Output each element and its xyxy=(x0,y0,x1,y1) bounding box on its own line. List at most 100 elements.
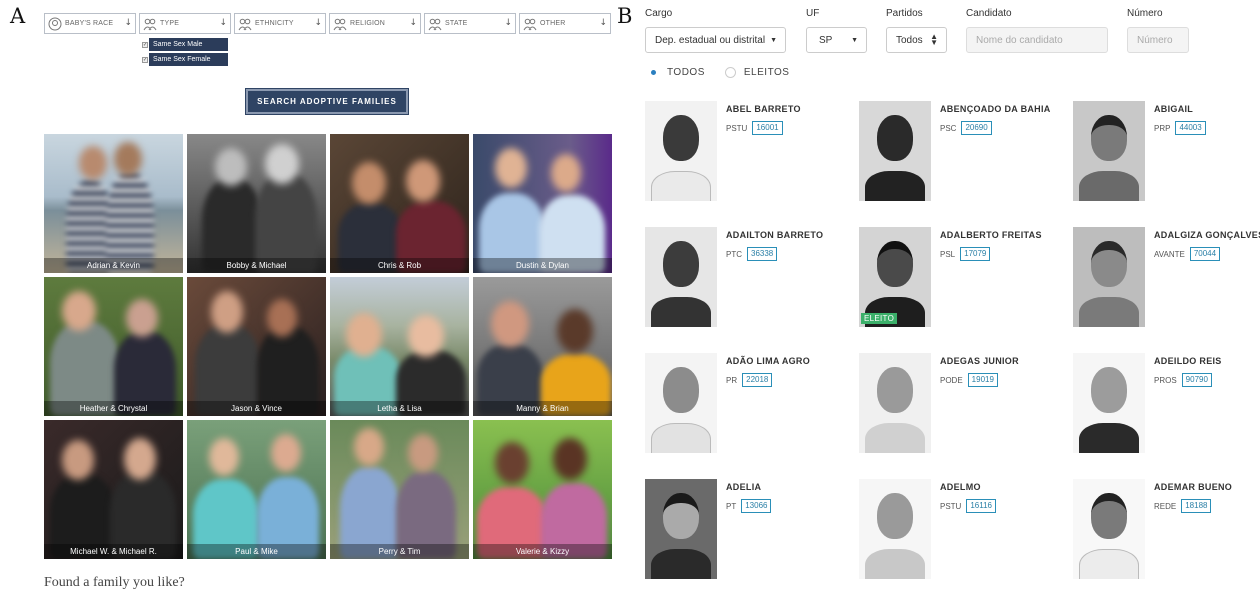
candidate-party: PRP xyxy=(1154,123,1171,133)
people-icon xyxy=(333,17,347,31)
candidate-meta: REDE 18188 xyxy=(1154,499,1212,513)
candidate-number: 16001 xyxy=(752,121,783,135)
people-icon xyxy=(523,17,537,31)
face-shape xyxy=(557,309,593,353)
filter-label: ETHNICITY xyxy=(255,20,294,27)
face-shape xyxy=(124,438,156,480)
candidate-party: PTC xyxy=(726,249,742,259)
candidate-party: PSC xyxy=(940,123,957,133)
candidate-card[interactable]: ADALGIZA GONÇALVES AVANTE 70044 xyxy=(1073,227,1260,353)
candidate-name: ADELMO xyxy=(940,482,981,492)
family-name: Heather & Chrystal xyxy=(44,401,183,416)
candidate-number: 13066 xyxy=(741,499,772,513)
family-card[interactable]: Jason & Vince xyxy=(187,277,326,416)
candidate-card[interactable]: ADÃO LIMA AGRO PR 22018 xyxy=(645,353,859,479)
family-grid: Adrian & Kevin Bobby & Michael Chris & R… xyxy=(44,134,612,559)
uf-select[interactable]: SP ▼ xyxy=(806,27,867,53)
cargo-select[interactable]: Dep. estadual ou distrital ▼ xyxy=(645,27,786,53)
candidate-card[interactable]: ADAILTON BARRETO PTC 36338 xyxy=(645,227,859,353)
face-shape xyxy=(267,299,297,337)
candidate-meta: PT 13066 xyxy=(726,499,772,513)
checkbox[interactable]: ✓ xyxy=(142,56,148,63)
candidate-photo xyxy=(645,353,717,453)
candidate-card[interactable]: ELEITO ADALBERTO FREITAS PSL 17079 xyxy=(859,227,1073,353)
candidato-label: Candidato xyxy=(966,8,1012,19)
candidate-name: ADALGIZA GONÇALVES xyxy=(1154,230,1260,240)
family-name: Perry & Tim xyxy=(330,544,469,559)
family-card[interactable]: Manny & Brian xyxy=(473,277,612,416)
type-option-same-sex-female[interactable]: ✓ Same Sex Female xyxy=(142,53,228,66)
face-shape xyxy=(495,442,529,484)
candidate-name-input[interactable]: Nome do candidato xyxy=(966,27,1108,53)
people-icon xyxy=(238,17,252,31)
chevron-down-icon: ↓ xyxy=(599,18,607,28)
family-card[interactable]: Chris & Rob xyxy=(330,134,469,273)
family-name: Dustin & Dylan xyxy=(473,258,612,273)
candidate-name: ABENÇOADO DA BAHIA xyxy=(940,104,1051,114)
type-option-same-sex-male[interactable]: ✓ Same Sex Male xyxy=(142,38,228,51)
radio-todos[interactable] xyxy=(648,67,659,78)
candidate-meta: PTC 36338 xyxy=(726,247,778,261)
family-card[interactable]: Bobby & Michael xyxy=(187,134,326,273)
candidate-number: 20690 xyxy=(961,121,992,135)
search-adoptive-families-button[interactable]: SEARCH ADOPTIVE FAMILIES xyxy=(245,88,409,115)
filter-babys-race[interactable]: BABY'S RACE ↓ xyxy=(44,13,136,34)
candidate-card[interactable]: ADEGAS JUNIOR PODE 19019 xyxy=(859,353,1073,479)
face-shape xyxy=(352,162,386,204)
face-shape xyxy=(408,315,444,357)
candidate-photo xyxy=(1073,101,1145,201)
family-card[interactable]: Heather & Chrystal xyxy=(44,277,183,416)
family-card[interactable]: Valerie & Kizzy xyxy=(473,420,612,559)
family-name: Michael W. & Michael R. xyxy=(44,544,183,559)
cargo-value: Dep. estadual ou distrital xyxy=(655,34,766,46)
family-card[interactable]: Paul & Mike xyxy=(187,420,326,559)
family-card[interactable]: Dustin & Dylan xyxy=(473,134,612,273)
filter-label: BABY'S RACE xyxy=(65,20,114,27)
candidate-card[interactable]: ADEMAR BUENO REDE 18188 xyxy=(1073,479,1260,592)
filter-ethnicity[interactable]: ETHNICITY ↓ xyxy=(234,13,326,34)
filter-religion[interactable]: RELIGION ↓ xyxy=(329,13,421,34)
face-shape xyxy=(346,313,382,357)
candidate-photo xyxy=(859,353,931,453)
candidate-number-input[interactable]: Número xyxy=(1127,27,1189,53)
candidate-photo xyxy=(859,227,931,327)
family-card[interactable]: Adrian & Kevin xyxy=(44,134,183,273)
candidate-party: PSTU xyxy=(940,501,962,511)
family-card[interactable]: Michael W. & Michael R. xyxy=(44,420,183,559)
radio-eleitos[interactable] xyxy=(724,67,736,78)
radio-todos-label: TODOS xyxy=(667,67,705,78)
family-card[interactable]: Perry & Tim xyxy=(330,420,469,559)
candidate-card[interactable]: ABENÇOADO DA BAHIA PSC 20690 xyxy=(859,101,1073,227)
candidate-name: ADEILDO REIS xyxy=(1154,356,1222,366)
filter-label: RELIGION xyxy=(350,20,386,27)
face-shape xyxy=(491,301,529,347)
filter-type[interactable]: TYPE ↓ xyxy=(139,13,231,34)
candidate-meta: PR 22018 xyxy=(726,373,773,387)
adoption-search-panel: BABY'S RACE ↓ TYPE ↓ ETHNICITY ↓ RELIGIO… xyxy=(0,0,620,592)
cargo-label: Cargo xyxy=(645,8,673,19)
uf-label: UF xyxy=(806,8,820,19)
checkbox[interactable]: ✓ xyxy=(142,41,148,48)
candidate-card[interactable]: ABEL BARRETO PSTU 16001 xyxy=(645,101,859,227)
candidate-card[interactable]: ABIGAIL PRP 44003 xyxy=(1073,101,1260,227)
candidate-photo xyxy=(1073,227,1145,327)
filter-other[interactable]: OTHER ↓ xyxy=(519,13,611,34)
family-name: Adrian & Kevin xyxy=(44,258,183,273)
family-name: Valerie & Kizzy xyxy=(473,544,612,559)
type-option-label: Same Sex Male xyxy=(149,38,228,51)
candidate-card[interactable]: ADELIA PT 13066 xyxy=(645,479,859,592)
chevron-down-icon: ↓ xyxy=(409,18,417,28)
family-card[interactable]: Letha & Lisa xyxy=(330,277,469,416)
chevron-down-icon: ↓ xyxy=(219,18,227,28)
candidate-card[interactable]: ADEILDO REIS PROS 90790 xyxy=(1073,353,1260,479)
face-shape xyxy=(495,148,527,188)
candidate-name: ADELIA xyxy=(726,482,762,492)
filter-state[interactable]: STATE ↓ xyxy=(424,13,516,34)
candidate-card[interactable]: ADELMO PSTU 16116 xyxy=(859,479,1073,592)
face-shape xyxy=(354,428,384,466)
candidate-number: 22018 xyxy=(742,373,773,387)
partidos-select[interactable]: Todos ▲ ▼ xyxy=(886,27,947,53)
candidate-photo xyxy=(1073,353,1145,453)
candidate-meta: PRP 44003 xyxy=(1154,121,1206,135)
face-shape xyxy=(551,154,581,192)
